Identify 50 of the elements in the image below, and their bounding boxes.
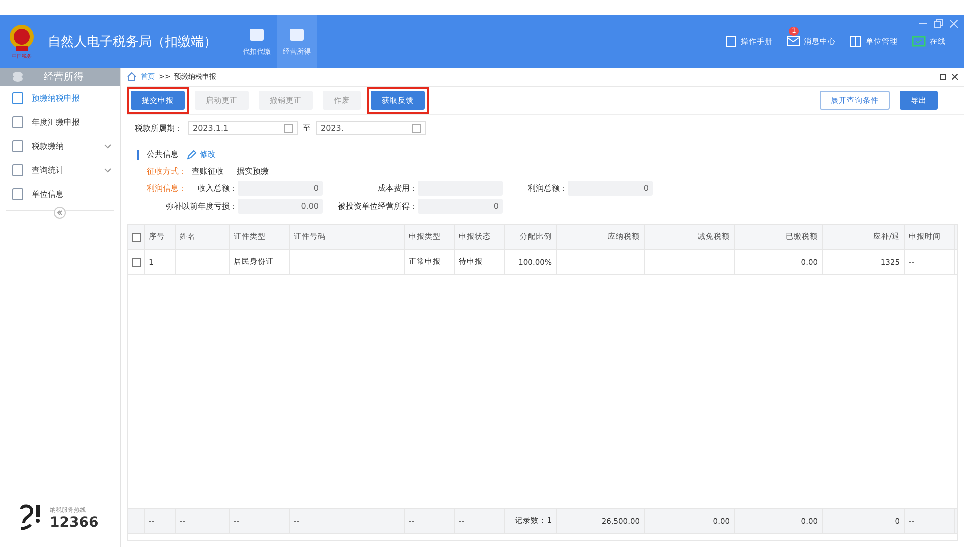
sidebar-item[interactable]: 年度汇缴申报 [0, 110, 120, 134]
home-icon [127, 72, 137, 82]
field-label: 利润总额： [527, 183, 568, 194]
amount-field: 0 [568, 181, 653, 196]
sidebar-item[interactable]: 单位信息 [0, 182, 120, 206]
checkbox[interactable] [132, 232, 140, 242]
method-value: 据实预缴 [237, 166, 269, 177]
amount-field: 0 [418, 199, 503, 214]
sidebar-item[interactable]: 税款缴纳 [0, 134, 120, 158]
pencil-icon [187, 150, 197, 160]
module-icon [248, 26, 266, 42]
calendar-icon [412, 124, 421, 132]
period-label: 税款所属期： [135, 122, 183, 134]
method-value: 查账征收 [192, 166, 224, 177]
method-label: 征收方式： [147, 166, 187, 177]
restore-icon[interactable] [934, 19, 943, 28]
section-title: 公共信息 [147, 149, 179, 160]
field-label: 成本费用： [377, 183, 418, 194]
item-icon [12, 116, 24, 128]
monitor-icon [912, 36, 926, 48]
maximize-icon[interactable] [940, 74, 946, 80]
item-icon [12, 92, 24, 104]
item-icon [12, 164, 24, 176]
item-icon [12, 188, 24, 200]
amount-field: 0 [238, 181, 323, 196]
collapse-icon[interactable] [54, 207, 66, 219]
sidebar-title: 经营所得 [44, 70, 84, 84]
item-icon [12, 140, 24, 152]
chevron-icon [104, 168, 112, 172]
date-field[interactable]: 2023. [316, 121, 426, 135]
field-label: 收入总额： [197, 183, 238, 194]
module-icon [288, 26, 306, 42]
sidebar-item[interactable]: 查询统计 [0, 158, 120, 182]
date-field[interactable]: 2023.1.1 [188, 121, 298, 135]
building-icon [850, 36, 862, 48]
close-icon[interactable] [952, 74, 958, 80]
sidebar-item[interactable]: 预缴纳税申报 [0, 86, 120, 110]
mail-icon [787, 36, 800, 47]
period-separator: 至 [303, 122, 311, 134]
app-title: 自然人电子税务局（扣缴端） [48, 34, 217, 50]
field-label: 弥补以前年度亏损： [165, 201, 238, 212]
chevron-icon [104, 144, 112, 148]
calendar-icon [284, 124, 293, 132]
hotline-number: 12366 [50, 514, 99, 530]
amount-field: 0.00 [238, 199, 323, 214]
field-label: 被投资单位经营所得： [337, 201, 418, 212]
checkbox[interactable] [132, 258, 140, 266]
emblem-icon [7, 24, 37, 54]
edit-link[interactable]: 修改 [187, 149, 216, 160]
profit-label: 利润信息： [147, 183, 188, 194]
